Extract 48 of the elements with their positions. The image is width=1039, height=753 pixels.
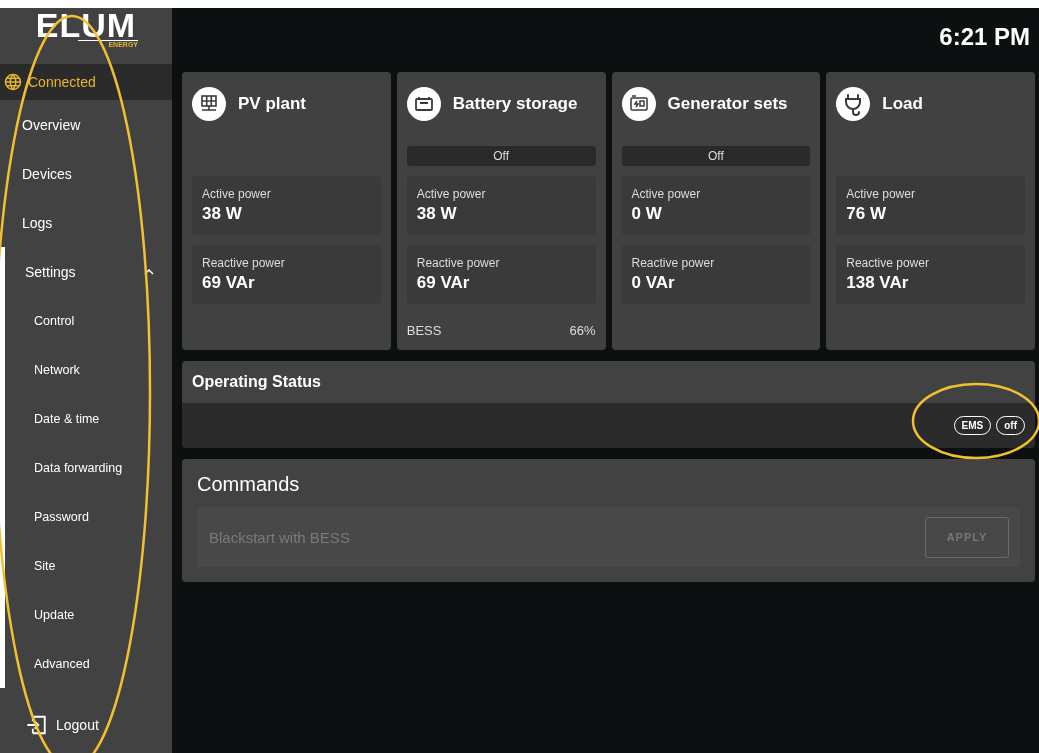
sidebar-subitem[interactable]: Advanced xyxy=(5,639,172,688)
footer-label: BESS xyxy=(406,323,442,338)
metric-value: 38 W xyxy=(416,204,458,224)
metric-label: Active power xyxy=(202,187,272,201)
metric-value: 69 VAr xyxy=(416,273,471,293)
sidebar-subitem[interactable]: Network xyxy=(5,345,172,394)
metric-label: Reactive power xyxy=(202,256,286,270)
plug-icon xyxy=(836,86,871,121)
metric-label: Reactive power xyxy=(416,256,501,270)
sidebar-subitem[interactable]: Data forwarding xyxy=(5,443,172,492)
metric-label: Reactive power xyxy=(846,256,930,270)
connection-label: Connected xyxy=(28,74,96,90)
footer-value: 66% xyxy=(569,323,596,338)
metric-value: 69 VAr xyxy=(202,273,256,293)
metric-label: Active power xyxy=(416,187,487,201)
battery-icon xyxy=(406,86,441,121)
sidebar-item[interactable]: Devices xyxy=(0,149,172,198)
logout-button[interactable]: Logout xyxy=(0,697,172,753)
card-title: Generator sets xyxy=(667,93,788,114)
metric-label: Reactive power xyxy=(631,256,716,270)
sidebar-item[interactable]: Logs xyxy=(0,198,172,247)
chevron-icon xyxy=(144,268,154,275)
card-title: Battery storage xyxy=(452,93,578,114)
generator-icon xyxy=(621,86,656,121)
sidebar-subitem[interactable]: Site xyxy=(5,541,172,590)
section-title: Operating Status xyxy=(192,373,321,391)
metric-label: Active power xyxy=(846,187,916,201)
metric-value: 38 W xyxy=(202,204,243,224)
card-title: PV plant xyxy=(238,93,306,114)
sidebar-subitem[interactable]: Password xyxy=(5,492,172,541)
metric-value: 0 VAr xyxy=(631,273,676,293)
sidebar-subitem[interactable]: Control xyxy=(5,296,172,345)
card-title: Load xyxy=(882,93,923,114)
sidebar-subitem[interactable]: Update xyxy=(5,590,172,639)
metric-value: 138 VAr xyxy=(846,273,910,293)
metric-value: 76 W xyxy=(846,204,887,224)
commands-title: Commands xyxy=(197,473,301,496)
metric-value: 0 W xyxy=(631,204,663,224)
sidebar-subitem[interactable]: Date & time xyxy=(5,394,172,443)
status-bar: Off xyxy=(406,146,596,166)
clock: 6:21 PM xyxy=(939,22,1030,51)
logout-icon xyxy=(25,714,48,736)
sidebar-item[interactable]: Overview xyxy=(0,100,172,149)
nav-group-toggle[interactable]: Settings xyxy=(5,247,172,296)
solar-panel-icon xyxy=(192,86,226,121)
status-bar: Off xyxy=(621,146,811,166)
globe-icon xyxy=(4,73,22,91)
metric-label: Active power xyxy=(631,187,702,201)
